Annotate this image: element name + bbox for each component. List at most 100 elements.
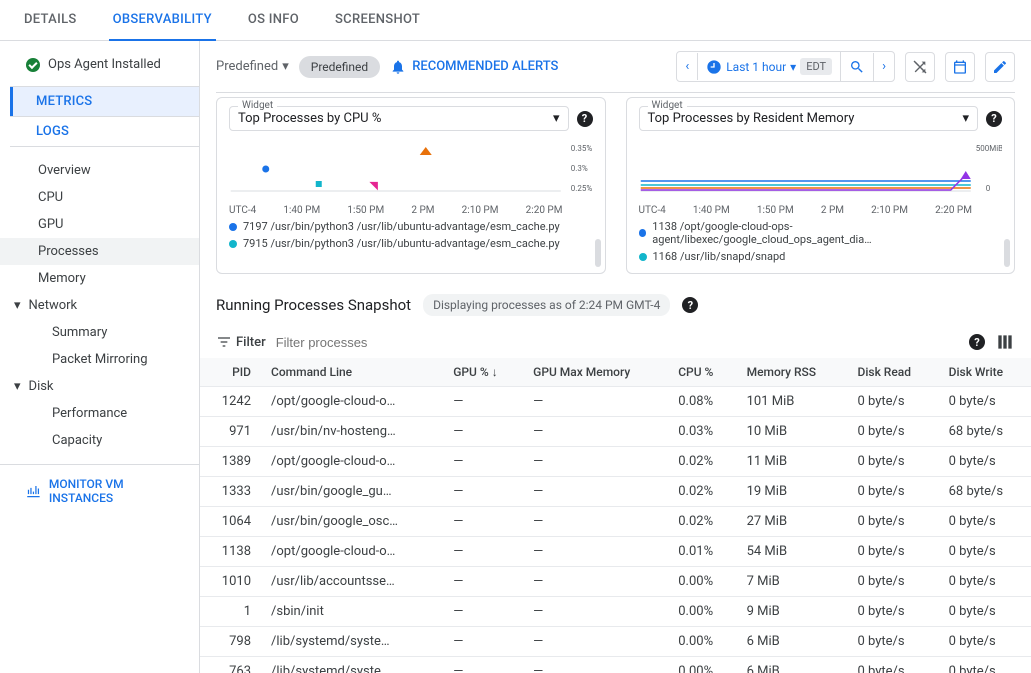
shuffle-off-button[interactable] — [905, 52, 935, 82]
help-icon[interactable]: ? — [577, 111, 593, 127]
col-gpumax[interactable]: GPU Max Memory — [523, 358, 668, 387]
tab-os-info[interactable]: OS INFO — [244, 0, 303, 40]
help-icon[interactable]: ? — [969, 334, 985, 350]
col-gpu[interactable]: GPU % ↓ — [443, 358, 523, 387]
nav-group-network[interactable]: ▾ Network — [0, 292, 199, 319]
widget-cpu: Widget Top Processes by CPU % ▾ ? 0.35% — [216, 97, 606, 274]
time-prev-button[interactable]: ‹ — [677, 53, 698, 80]
widget-select-label: Widget — [648, 100, 687, 111]
tab-observability[interactable]: OBSERVABILITY — [109, 0, 216, 41]
cell-dw: 68 byte/s — [939, 477, 1031, 507]
sidebar-primary-block: METRICS LOGS — [10, 86, 199, 147]
time-range-button[interactable]: Last 1 hour ▾ EDT — [698, 52, 841, 81]
widget-select-memory[interactable]: Widget Top Processes by Resident Memory … — [639, 106, 979, 131]
legend-cpu-1[interactable]: 7197 /usr/bin/python3 /usr/lib/ubuntu-ad… — [229, 220, 593, 233]
cell-cmd: /sbin/init — [261, 597, 443, 627]
cell-dw: 0 byte/s — [939, 537, 1031, 567]
rec-alerts-label: RECOMMENDED ALERTS — [412, 59, 558, 74]
cell-dr: 0 byte/s — [848, 567, 939, 597]
cell-dr: 0 byte/s — [848, 597, 939, 627]
tab-details[interactable]: DETAILS — [20, 0, 81, 40]
table-row[interactable]: 798/lib/systemd/syste…——0.00%6 MiB0 byte… — [200, 627, 1031, 657]
nav-disk-capacity[interactable]: Capacity — [0, 427, 199, 454]
table-row[interactable]: 1242/opt/google-cloud-o…——0.08%101 MiB0 … — [200, 387, 1031, 417]
cell-cpu: 0.02% — [668, 447, 736, 477]
nav-group-disk[interactable]: ▾ Disk — [0, 373, 199, 400]
svg-text:0.25%: 0.25% — [571, 184, 593, 193]
nav-memory[interactable]: Memory — [0, 265, 199, 292]
help-icon[interactable]: ? — [986, 111, 1002, 127]
cell-dr: 0 byte/s — [848, 417, 939, 447]
cell-gpu: — — [443, 597, 523, 627]
nav-cpu[interactable]: CPU — [0, 184, 199, 211]
widget-select-label: Widget — [238, 100, 277, 111]
legend-cpu-2[interactable]: 7915 /usr/bin/python3 /usr/lib/ubuntu-ad… — [229, 237, 593, 250]
cell-gpumax: — — [523, 537, 668, 567]
predefined-pill[interactable]: Predefined — [299, 56, 380, 78]
cell-gpumax: — — [523, 477, 668, 507]
chevron-down-icon: ▾ — [790, 60, 796, 74]
filter-input[interactable] — [276, 335, 959, 350]
cell-cmd: /lib/systemd/syste… — [261, 627, 443, 657]
cell-pid: 1138 — [200, 537, 261, 567]
sidebar-metrics[interactable]: METRICS — [10, 87, 199, 116]
cell-pid: 798 — [200, 627, 261, 657]
nav-overview[interactable]: Overview — [0, 157, 199, 184]
table-row[interactable]: 1064/usr/bin/google_osc…——0.02%27 MiB0 b… — [200, 507, 1031, 537]
col-pid[interactable]: PID — [200, 358, 261, 387]
cell-dw: 0 byte/s — [939, 657, 1031, 673]
col-rss[interactable]: Memory RSS — [737, 358, 848, 387]
columns-icon[interactable] — [995, 332, 1015, 352]
table-row[interactable]: 1/sbin/init——0.00%9 MiB0 byte/s0 byte/s — [200, 597, 1031, 627]
scrollbar[interactable] — [595, 239, 601, 267]
col-dw[interactable]: Disk Write — [939, 358, 1031, 387]
calendar-button[interactable] — [945, 52, 975, 82]
scrollbar[interactable] — [1004, 239, 1010, 267]
help-icon[interactable]: ? — [682, 297, 698, 313]
widget-select-cpu[interactable]: Widget Top Processes by CPU % ▾ — [229, 106, 569, 131]
table-row[interactable]: 1138/opt/google-cloud-o…——0.01%54 MiB0 b… — [200, 537, 1031, 567]
col-cmd[interactable]: Command Line — [261, 358, 443, 387]
table-row[interactable]: 1389/opt/google-cloud-o…——0.02%11 MiB0 b… — [200, 447, 1031, 477]
filter-bar: Filter ? — [200, 326, 1031, 358]
nav-gpu[interactable]: GPU — [0, 211, 199, 238]
nav-network-summary[interactable]: Summary — [0, 319, 199, 346]
nav-processes[interactable]: Processes — [0, 238, 199, 265]
filter-label: Filter — [216, 334, 266, 350]
chevron-down-icon: ▾ — [14, 298, 21, 313]
time-search-button[interactable] — [841, 53, 874, 81]
col-cpu[interactable]: CPU % — [668, 358, 736, 387]
table-row[interactable]: 1010/usr/lib/accountsse…——0.00%7 MiB0 by… — [200, 567, 1031, 597]
cell-cmd: /lib/systemd/syste… — [261, 657, 443, 673]
time-next-button[interactable]: › — [874, 53, 894, 80]
nav-disk-performance[interactable]: Performance — [0, 400, 199, 427]
tab-screenshot[interactable]: SCREENSHOT — [331, 0, 424, 40]
edit-button[interactable] — [985, 52, 1015, 82]
processes-table: PID Command Line GPU % ↓ GPU Max Memory … — [200, 358, 1031, 673]
cell-cpu: 0.03% — [668, 417, 736, 447]
legend-mem-2[interactable]: 1168 /usr/lib/snapd/snapd — [639, 250, 1003, 263]
nav-network-packet-mirroring[interactable]: Packet Mirroring — [0, 346, 199, 373]
predefined-dropdown[interactable]: Predefined ▾ — [216, 59, 289, 74]
table-row[interactable]: 1333/usr/bin/google_gu…——0.02%19 MiB0 by… — [200, 477, 1031, 507]
cell-dr: 0 byte/s — [848, 657, 939, 673]
monitor-vm-instances-link[interactable]: MONITOR VM INSTANCES — [0, 464, 199, 517]
cell-dw: 0 byte/s — [939, 387, 1031, 417]
legend-mem-1[interactable]: 1138 /opt/google-cloud-ops-agent/libexec… — [639, 220, 1003, 246]
chart-cpu-xaxis: UTC-41:40 PM1:50 PM2 PM2:10 PM2:20 PM — [229, 205, 593, 216]
cell-cpu: 0.00% — [668, 597, 736, 627]
table-row[interactable]: 763/lib/systemd/syste…——0.00%6 MiB0 byte… — [200, 657, 1031, 673]
recommended-alerts-button[interactable]: RECOMMENDED ALERTS — [390, 59, 558, 75]
cell-pid: 1389 — [200, 447, 261, 477]
cell-rss: 6 MiB — [737, 627, 848, 657]
time-range-picker: ‹ Last 1 hour ▾ EDT › — [676, 51, 895, 82]
sidebar-logs[interactable]: LOGS — [10, 116, 199, 146]
cell-gpu: — — [443, 387, 523, 417]
chevron-left-icon: ‹ — [685, 59, 689, 74]
legend-mem-1-text: 1138 /opt/google-cloud-ops-agent/libexec… — [652, 220, 1002, 246]
svg-text:500MiB: 500MiB — [975, 144, 1002, 153]
table-row[interactable]: 971/usr/bin/nv-hosteng…——0.03%10 MiB0 by… — [200, 417, 1031, 447]
col-dr[interactable]: Disk Read — [848, 358, 939, 387]
cell-cmd: /usr/bin/google_gu… — [261, 477, 443, 507]
cell-cpu: 0.02% — [668, 477, 736, 507]
